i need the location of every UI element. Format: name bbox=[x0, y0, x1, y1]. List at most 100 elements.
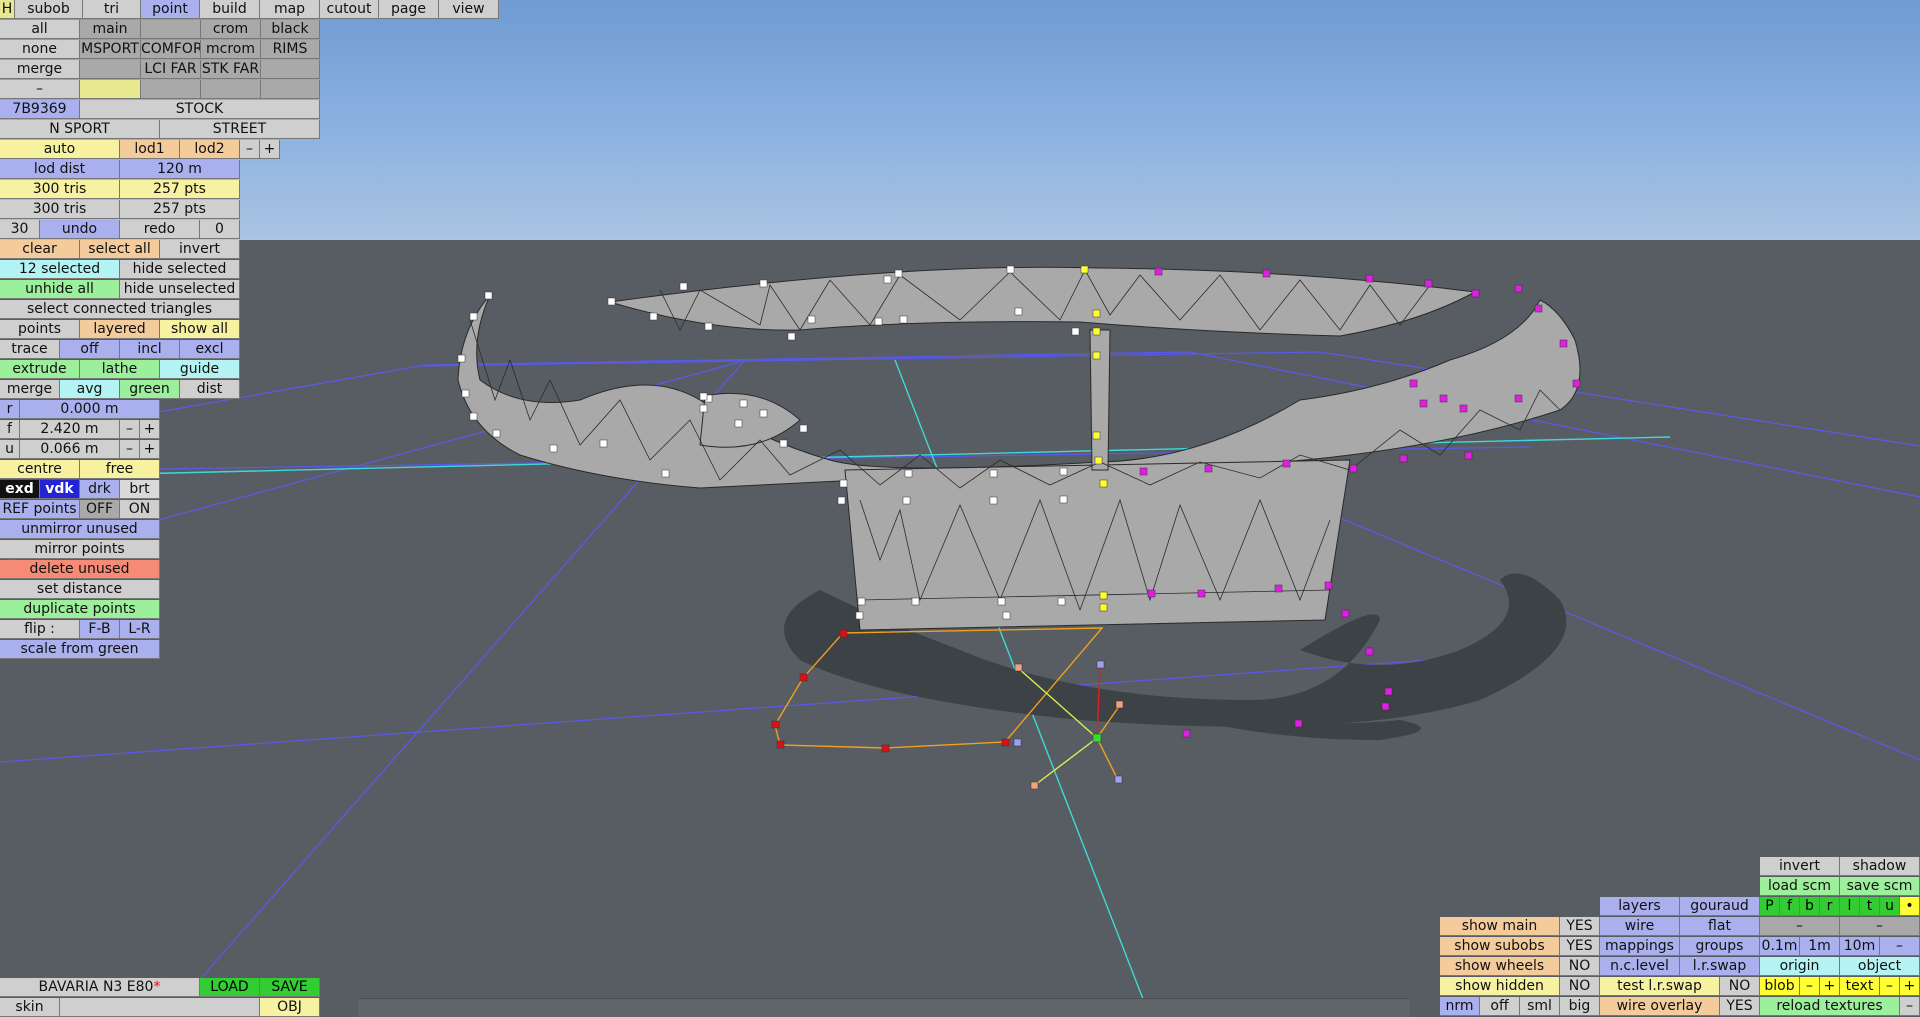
layered-mode-button[interactable]: layered bbox=[80, 320, 160, 339]
wire-button[interactable]: wire bbox=[1600, 917, 1680, 936]
text-minus-button[interactable]: – bbox=[1880, 977, 1900, 996]
mirror-points-button[interactable]: mirror points bbox=[0, 540, 160, 559]
scale-from-green-button[interactable]: scale from green bbox=[0, 640, 160, 659]
u-value[interactable]: 0.066 m bbox=[20, 440, 120, 459]
subob-rims[interactable]: RIMS bbox=[261, 40, 320, 59]
unmirror-unused-button[interactable]: unmirror unused bbox=[0, 520, 160, 539]
invert-view-button[interactable]: invert bbox=[1760, 857, 1840, 876]
subob-empty-1[interactable] bbox=[141, 20, 201, 39]
channel-p-button[interactable]: P bbox=[1760, 897, 1780, 916]
subob-merge[interactable]: merge bbox=[0, 60, 80, 79]
subob-empty-7[interactable] bbox=[261, 80, 320, 99]
free-button[interactable]: free bbox=[80, 460, 160, 479]
subob-empty-5[interactable] bbox=[141, 80, 201, 99]
subob-stk-far[interactable]: STK FAR bbox=[201, 60, 261, 79]
subob-empty-3[interactable] bbox=[261, 60, 320, 79]
avg-button[interactable]: avg bbox=[60, 380, 120, 399]
channel-b-button[interactable]: b bbox=[1800, 897, 1820, 916]
gouraud-button[interactable]: gouraud bbox=[1680, 897, 1760, 916]
lathe-button[interactable]: lathe bbox=[80, 360, 160, 379]
mappings-button[interactable]: mappings bbox=[1600, 937, 1680, 956]
off-button[interactable]: off bbox=[1480, 997, 1520, 1016]
hide-selected-button[interactable]: hide selected bbox=[120, 260, 240, 279]
show-subobs-value[interactable]: YES bbox=[1560, 937, 1600, 956]
show-hidden-label[interactable]: show hidden bbox=[1440, 977, 1560, 996]
shade-drk-button[interactable]: drk bbox=[80, 480, 120, 499]
obj-button[interactable]: OBJ bbox=[260, 998, 320, 1017]
trace-incl-button[interactable]: incl bbox=[120, 340, 180, 359]
tab-page[interactable]: page bbox=[379, 0, 439, 19]
delete-unused-button[interactable]: delete unused bbox=[0, 560, 160, 579]
show-hidden-value[interactable]: NO bbox=[1560, 977, 1600, 996]
channel-dot-button[interactable]: • bbox=[1900, 897, 1920, 916]
save-button[interactable]: SAVE bbox=[260, 978, 320, 997]
grid-1m-button[interactable]: 1m bbox=[1800, 937, 1840, 956]
merge-button[interactable]: merge bbox=[0, 380, 60, 399]
undo-button[interactable]: undo bbox=[40, 220, 120, 239]
hide-unselected-button[interactable]: hide unselected bbox=[120, 280, 240, 299]
trace-excl-button[interactable]: excl bbox=[180, 340, 240, 359]
nrm-button[interactable]: nrm bbox=[1440, 997, 1480, 1016]
reload-textures-button[interactable]: reload textures bbox=[1760, 997, 1900, 1016]
u-minus-button[interactable]: – bbox=[120, 440, 140, 459]
flip-fb-button[interactable]: F-B bbox=[80, 620, 120, 639]
show-wheels-label[interactable]: show wheels bbox=[1440, 957, 1560, 976]
wire-overlay-value[interactable]: YES bbox=[1720, 997, 1760, 1016]
variant-stock[interactable]: STOCK bbox=[80, 100, 320, 119]
clear-button[interactable]: clear bbox=[0, 240, 80, 259]
text-button[interactable]: text bbox=[1840, 977, 1880, 996]
u-plus-button[interactable]: + bbox=[140, 440, 160, 459]
tab-subob[interactable]: subob bbox=[15, 0, 83, 19]
ref-points-off-button[interactable]: OFF bbox=[80, 500, 120, 519]
groups-button[interactable]: groups bbox=[1680, 937, 1760, 956]
redo-button[interactable]: redo bbox=[120, 220, 200, 239]
tab-h[interactable]: H bbox=[0, 0, 15, 19]
subob-lci-far[interactable]: LCI FAR bbox=[141, 60, 201, 79]
sml-button[interactable]: sml bbox=[1520, 997, 1560, 1016]
subob-empty-2[interactable] bbox=[80, 60, 141, 79]
f-minus-button[interactable]: – bbox=[120, 420, 140, 439]
select-connected-triangles-button[interactable]: select connected triangles bbox=[0, 300, 240, 319]
tab-cutout[interactable]: cutout bbox=[320, 0, 379, 19]
extrude-button[interactable]: extrude bbox=[0, 360, 80, 379]
channel-f-button[interactable]: f bbox=[1780, 897, 1800, 916]
show-subobs-label[interactable]: show subobs bbox=[1440, 937, 1560, 956]
unhide-all-button[interactable]: unhide all bbox=[0, 280, 120, 299]
wire-overlay-button[interactable]: wire overlay bbox=[1600, 997, 1720, 1016]
subob-empty-6[interactable] bbox=[201, 80, 261, 99]
tab-tri[interactable]: tri bbox=[83, 0, 141, 19]
blob-minus-button[interactable]: – bbox=[1800, 977, 1820, 996]
trace-button[interactable]: trace bbox=[0, 340, 60, 359]
subob-main[interactable]: main bbox=[80, 20, 141, 39]
flat-button[interactable]: flat bbox=[1680, 917, 1760, 936]
subob-crom[interactable]: crom bbox=[201, 20, 261, 39]
right-dash-2[interactable]: – bbox=[1840, 917, 1920, 936]
channel-l-button[interactable]: l bbox=[1840, 897, 1860, 916]
save-scm-button[interactable]: save scm bbox=[1840, 877, 1920, 896]
tab-build[interactable]: build bbox=[200, 0, 260, 19]
subob-none[interactable]: none bbox=[0, 40, 80, 59]
lod-dist-value[interactable]: 120 m bbox=[120, 160, 240, 179]
subob-comfort[interactable]: COMFORT bbox=[141, 40, 201, 59]
show-wheels-value[interactable]: NO bbox=[1560, 957, 1600, 976]
lod1-button[interactable]: lod1 bbox=[120, 140, 180, 159]
subob-msport[interactable]: MSPORT bbox=[80, 40, 141, 59]
r-value[interactable]: 0.000 m bbox=[20, 400, 160, 419]
load-scm-button[interactable]: load scm bbox=[1760, 877, 1840, 896]
grid-01m-button[interactable]: 0.1m bbox=[1760, 937, 1800, 956]
big-button[interactable]: big bbox=[1560, 997, 1600, 1016]
select-all-button[interactable]: select all bbox=[80, 240, 160, 259]
lod2-button[interactable]: lod2 bbox=[180, 140, 240, 159]
duplicate-points-button[interactable]: duplicate points bbox=[0, 600, 160, 619]
tab-view[interactable]: view bbox=[439, 0, 499, 19]
test-l-r-swap-button[interactable]: test l.r.swap bbox=[1600, 977, 1720, 996]
show-all-button[interactable]: show all bbox=[160, 320, 240, 339]
subob-dash[interactable]: – bbox=[0, 80, 80, 99]
centre-button[interactable]: centre bbox=[0, 460, 80, 479]
subob-mcrom[interactable]: mcrom bbox=[201, 40, 261, 59]
tab-point[interactable]: point bbox=[141, 0, 200, 19]
skin-field[interactable] bbox=[60, 998, 260, 1017]
show-main-value[interactable]: YES bbox=[1560, 917, 1600, 936]
variant-street[interactable]: STREET bbox=[160, 120, 320, 139]
trace-off-button[interactable]: off bbox=[60, 340, 120, 359]
